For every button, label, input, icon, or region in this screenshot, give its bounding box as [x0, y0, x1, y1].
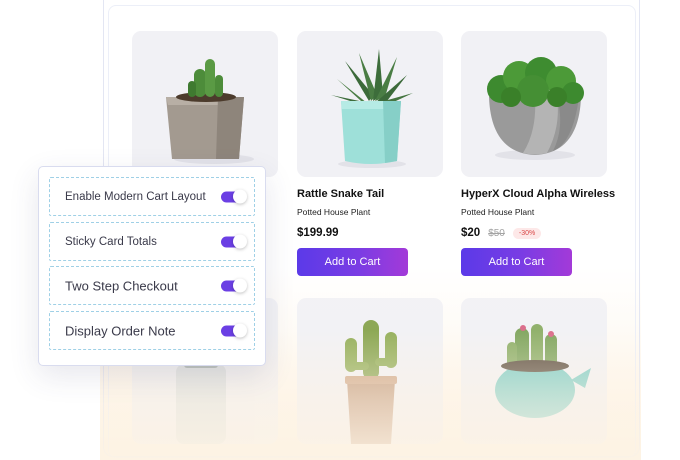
add-to-cart-button[interactable]: Add to Cart: [461, 248, 572, 276]
product-old-price: $50: [488, 227, 505, 239]
product-image-hyperx-cloud[interactable]: [461, 31, 607, 177]
product-image-cactus-clay-pot[interactable]: [297, 298, 443, 444]
cactus-clay-pot-image: [345, 320, 397, 444]
product-image-rattle-snake-tail[interactable]: [297, 31, 443, 177]
cart-settings-panel: Enable Modern Cart Layout Sticky Card To…: [38, 166, 266, 366]
cactus-teal-teapot-image: [495, 324, 591, 418]
setting-two-step-checkout[interactable]: Two Step Checkout: [49, 266, 255, 305]
product-image-cactus-square-pot[interactable]: [132, 31, 278, 177]
price-row: $20 $50 -30%: [461, 227, 542, 239]
setting-display-order-note[interactable]: Display Order Note: [49, 311, 255, 350]
toggle-knob: [233, 323, 247, 337]
price-row: $199.99: [297, 227, 339, 239]
product-subtitle: Potted House Plant: [297, 207, 371, 217]
cactus-square-pot-image: [166, 59, 254, 164]
setting-label: Enable Modern Cart Layout: [65, 190, 206, 203]
product-price: $20: [461, 227, 481, 239]
product-image-cactus-teal-teapot[interactable]: [461, 298, 607, 444]
setting-label: Two Step Checkout: [65, 278, 178, 293]
sticky-card-totals-toggle[interactable]: [221, 234, 247, 248]
toggle-knob: [233, 189, 247, 203]
modern-cart-layout-toggle[interactable]: [221, 189, 247, 203]
product-subtitle: Potted House Plant: [461, 207, 535, 217]
setting-label: Display Order Note: [65, 323, 176, 338]
product-name[interactable]: Rattle Snake Tail: [297, 188, 384, 200]
two-step-checkout-toggle[interactable]: [221, 278, 247, 292]
display-order-note-toggle[interactable]: [221, 323, 247, 337]
setting-modern-cart-layout[interactable]: Enable Modern Cart Layout: [49, 177, 255, 216]
product-name[interactable]: HyperX Cloud Alpha Wireless: [461, 188, 615, 200]
setting-label: Sticky Card Totals: [65, 235, 157, 248]
toggle-knob: [233, 234, 247, 248]
product-price: $199.99: [297, 227, 339, 239]
setting-sticky-card-totals[interactable]: Sticky Card Totals: [49, 222, 255, 261]
toggle-knob: [233, 278, 247, 292]
add-to-cart-button[interactable]: Add to Cart: [297, 248, 408, 276]
aloe-mint-pot-image: [331, 49, 413, 168]
moss-concrete-pot-image: [487, 57, 584, 160]
discount-badge: -30%: [512, 227, 542, 239]
